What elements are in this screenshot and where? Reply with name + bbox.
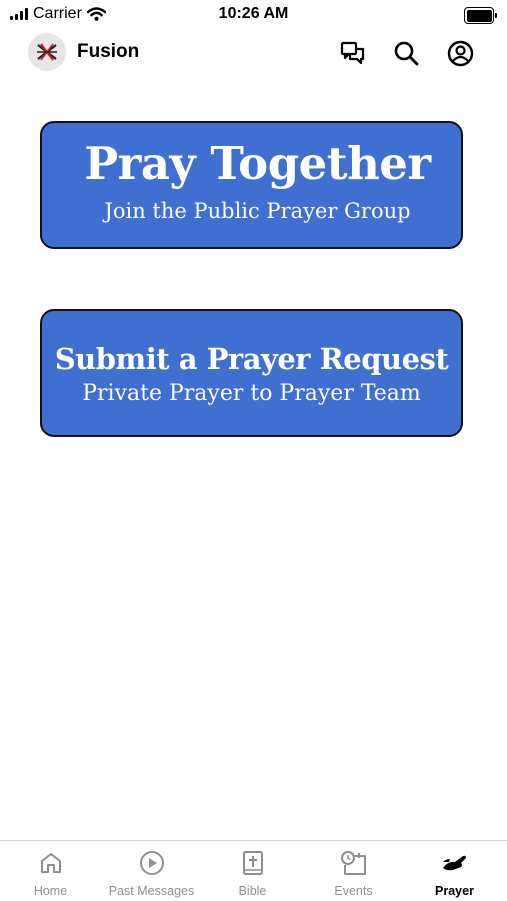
- tab-bible[interactable]: Bible: [202, 841, 303, 901]
- tab-events[interactable]: Events: [303, 841, 404, 901]
- app-header: Fusion: [0, 30, 507, 74]
- fusion-logo-icon[interactable]: [28, 33, 66, 71]
- tab-home[interactable]: Home: [0, 841, 101, 901]
- play-circle-icon: [101, 850, 202, 876]
- praying-hand-icon: [404, 850, 505, 876]
- pray-together-button[interactable]: Pray Together Join the Public Prayer Gro…: [40, 121, 463, 249]
- tab-bible-label: Bible: [238, 884, 267, 898]
- tab-home-label: Home: [33, 884, 68, 898]
- status-time: 10:26 AM: [218, 5, 289, 22]
- submit-prayer-request-button[interactable]: Submit a Prayer Request Private Prayer t…: [40, 309, 463, 437]
- home-icon: [0, 850, 101, 876]
- calendar-clock-icon: [303, 850, 404, 876]
- app-title: Fusion: [77, 41, 140, 62]
- tab-prayer-label: Prayer: [435, 884, 474, 898]
- chat-bubbles-icon[interactable]: [339, 39, 367, 67]
- submit-prayer-request-subtitle: Private Prayer to Prayer Team: [82, 381, 421, 406]
- pray-together-title: Pray Together: [84, 137, 431, 190]
- tab-prayer[interactable]: Prayer: [404, 841, 505, 901]
- submit-prayer-request-title: Submit a Prayer Request: [54, 342, 449, 376]
- tab-events-label: Events: [334, 884, 373, 898]
- bible-icon: [202, 850, 303, 876]
- status-bar: Carrier 10:26 AM: [0, 0, 507, 30]
- search-icon[interactable]: [392, 39, 420, 67]
- pray-together-subtitle: Join the Public Prayer Group: [104, 199, 411, 223]
- tab-past-messages[interactable]: Past Messages: [101, 841, 202, 901]
- battery-icon: [464, 7, 497, 24]
- tab-bar: Home Past Messages Bible Events Prayer: [0, 840, 507, 901]
- tab-past-messages-label: Past Messages: [108, 884, 195, 898]
- account-icon[interactable]: [446, 39, 474, 67]
